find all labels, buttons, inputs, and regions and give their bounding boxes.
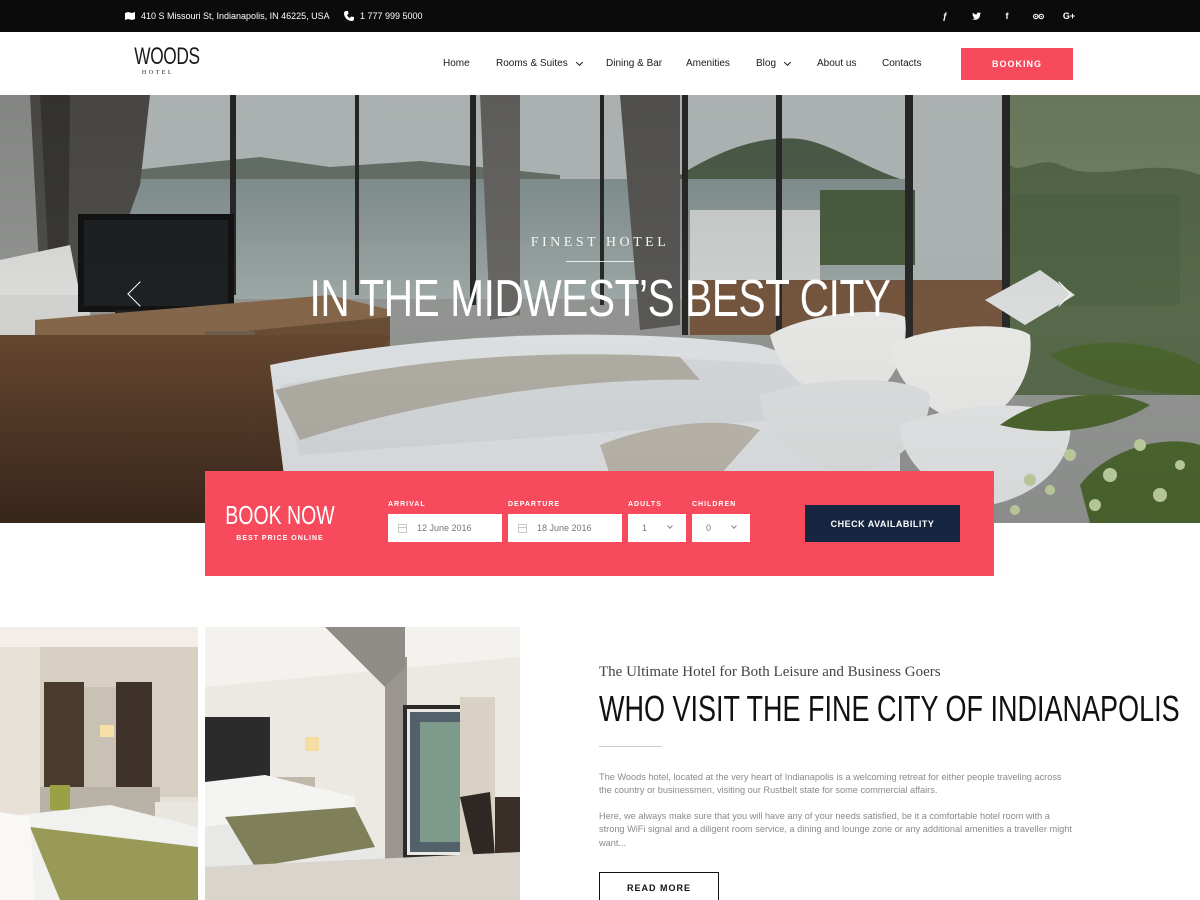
read-more-button[interactable]: READ MORE <box>599 872 719 900</box>
map-icon <box>125 12 135 20</box>
booking-subtitle: BEST PRICE ONLINE <box>236 535 324 542</box>
check-availability-button[interactable]: CHECK AVAILABILITY <box>805 505 960 542</box>
booking-title: BOOK NOW <box>225 500 335 530</box>
nav-contacts[interactable]: Contacts <box>882 32 921 95</box>
nav-blog[interactable]: Blog <box>756 32 792 95</box>
nav-about-us[interactable]: About us <box>817 32 856 95</box>
logo-sub: HOTEL <box>141 70 175 76</box>
about-paragraph-1: The Woods hotel, located at the very hea… <box>599 772 1062 796</box>
children-value: 0 <box>706 523 712 533</box>
logo-name: WOODS <box>134 43 200 70</box>
nav-label: Dining & Bar <box>606 58 663 69</box>
nav-label: About us <box>817 58 857 69</box>
room-photo-1 <box>0 627 198 900</box>
adults-value: 1 <box>642 523 648 533</box>
hero-eyebrow: FINEST HOTEL <box>530 235 670 250</box>
nav-label: Amenities <box>686 58 730 69</box>
chevron-down-icon <box>783 58 792 66</box>
twitter-icon[interactable] <box>966 0 986 32</box>
departure-field[interactable]: 18 June 2016 <box>508 514 622 542</box>
calendar-icon <box>398 523 407 533</box>
calendar-icon <box>518 523 527 533</box>
arrival-field[interactable]: 12 June 2016 <box>388 514 502 542</box>
hero-slider: FINEST HOTEL IN THE MIDWEST’S BEST CITY <box>0 95 1200 523</box>
address-info: 410 S Missouri St, Indianapolis, IN 4622… <box>125 0 330 32</box>
nav-label: Contacts <box>882 58 922 69</box>
phone-icon <box>344 11 354 21</box>
arrival-label: ARRIVAL <box>388 501 426 508</box>
chevron-down-icon <box>667 523 673 529</box>
facebook-icon[interactable]: f <box>997 0 1017 32</box>
nav-home[interactable]: Home <box>443 32 470 95</box>
top-bar: 410 S Missouri St, Indianapolis, IN 4622… <box>0 0 1200 32</box>
hero-headline: IN THE MIDWEST’S BEST CITY <box>309 270 891 328</box>
children-select[interactable]: 0 <box>692 514 750 542</box>
main-header: WOODS HOTEL Home Rooms & Suites Dining &… <box>0 32 1200 95</box>
google-plus-icon[interactable]: G+ <box>1059 0 1079 32</box>
about-kicker: The Ultimate Hotel for Both Leisure and … <box>599 664 941 680</box>
logo[interactable]: WOODS HOTEL <box>125 43 200 77</box>
phone-text: 1 777 999 5000 <box>360 11 423 21</box>
nav-rooms-suites[interactable]: Rooms & Suites <box>496 32 583 95</box>
arrival-value: 12 June 2016 <box>417 523 472 533</box>
nav-amenities[interactable]: Amenities <box>686 32 730 95</box>
booking-button[interactable]: BOOKING <box>961 48 1073 80</box>
about-title: WHO VISIT THE FINE CITY OF INDIANAPOLIS <box>599 688 1180 729</box>
hero-divider <box>566 261 634 262</box>
phone-info: 1 777 999 5000 <box>344 0 423 32</box>
room-photo-2 <box>205 627 520 900</box>
tripadvisor-icon[interactable] <box>1028 0 1048 32</box>
departure-label: DEPARTURE <box>508 501 561 508</box>
nav-label: Home <box>443 58 470 69</box>
children-label: CHILDREN <box>692 501 737 508</box>
chevron-down-icon <box>731 523 737 529</box>
adults-label: ADULTS <box>628 501 662 508</box>
nav-dining-bar[interactable]: Dining & Bar <box>606 32 662 95</box>
about-divider <box>599 746 662 747</box>
foursquare-icon[interactable]: ƒ <box>935 0 955 32</box>
booking-form: BOOK NOW BEST PRICE ONLINE ARRIVAL 12 Ju… <box>205 471 994 576</box>
adults-select[interactable]: 1 <box>628 514 686 542</box>
nav-label: Blog <box>756 58 777 69</box>
nav-label: Rooms & Suites <box>496 58 568 69</box>
departure-value: 18 June 2016 <box>537 523 592 533</box>
address-text: 410 S Missouri St, Indianapolis, IN 4622… <box>141 11 330 21</box>
about-paragraph-2: Here, we always make sure that you will … <box>599 811 1072 848</box>
chevron-down-icon <box>575 58 583 66</box>
